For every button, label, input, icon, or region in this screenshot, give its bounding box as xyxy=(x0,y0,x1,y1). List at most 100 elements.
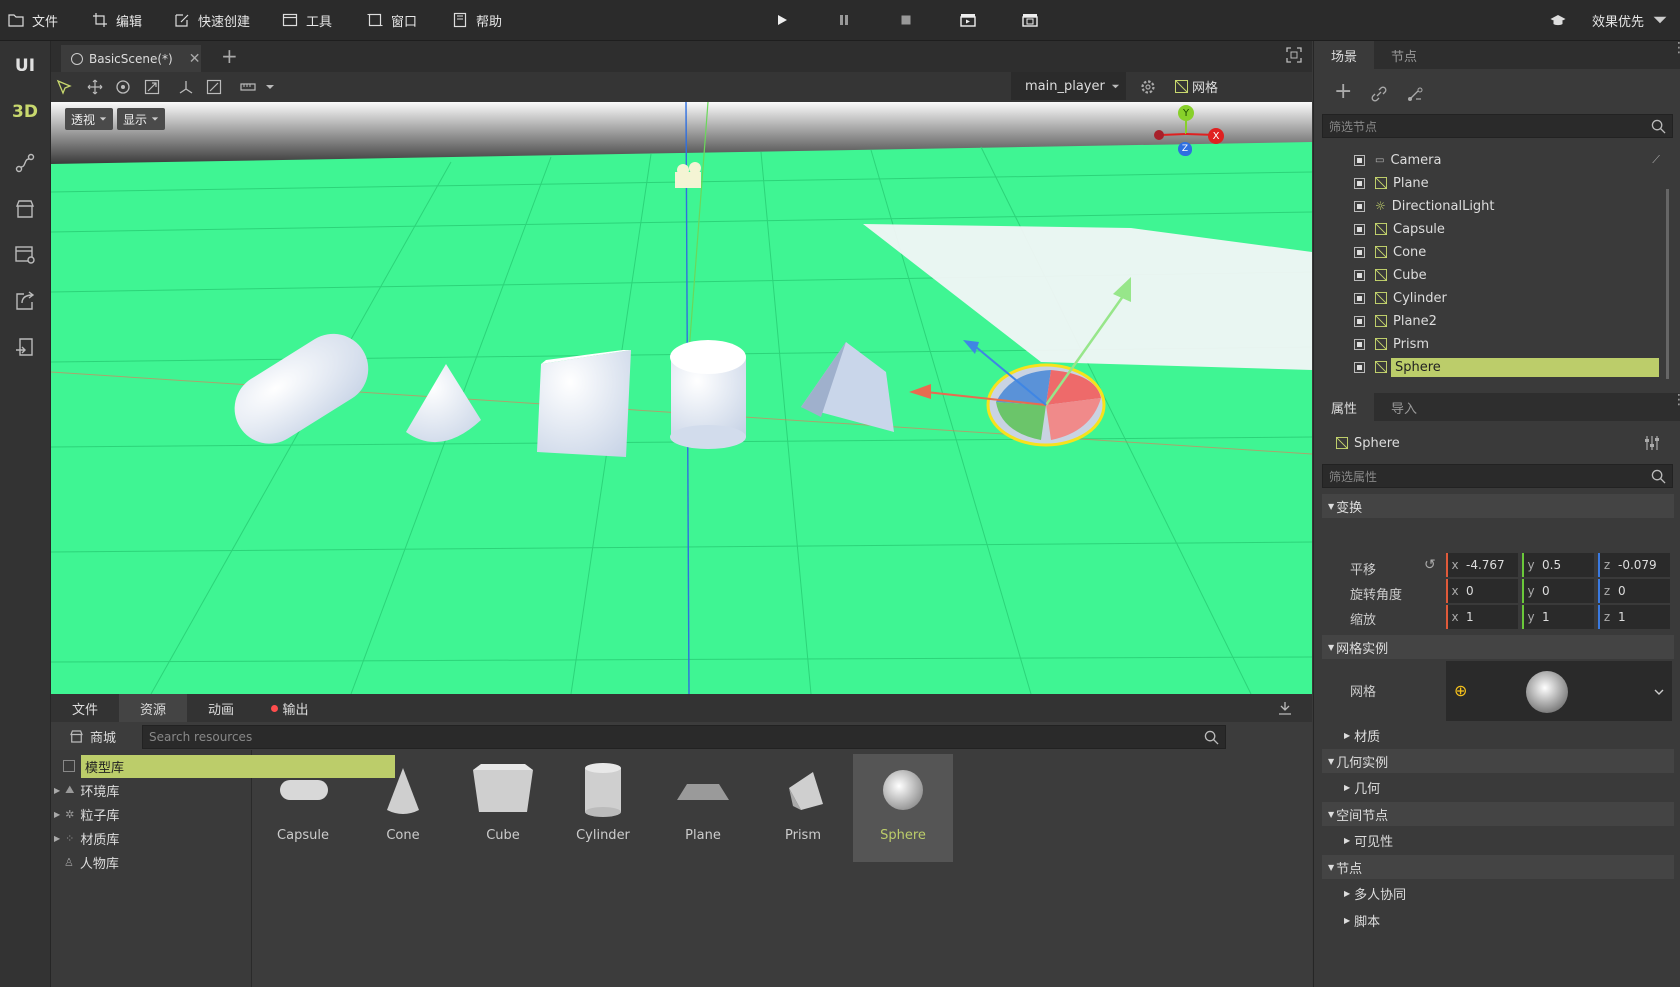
visibility-checkbox[interactable] xyxy=(1354,292,1365,304)
visibility-checkbox[interactable] xyxy=(1354,315,1365,327)
snap-icon[interactable] xyxy=(205,78,223,96)
scene-tab[interactable]: BasicScene(*) ✕ xyxy=(61,45,201,72)
visibility-checkbox[interactable] xyxy=(1354,154,1365,166)
play-button[interactable] xyxy=(772,10,792,30)
asset-cylinder[interactable]: Cylinder xyxy=(553,754,653,862)
node-row-directional-light[interactable]: ☼ DirectionalLight xyxy=(1354,195,1674,217)
mesh-resource-picker[interactable]: ⊕ xyxy=(1446,661,1672,721)
tab-output[interactable]: 输出 xyxy=(255,694,325,722)
settings-window-button[interactable] xyxy=(0,235,50,275)
node-filter-input[interactable]: 筛选节点 xyxy=(1322,114,1673,138)
add-node-icon[interactable]: + xyxy=(1334,79,1352,104)
select-tool-icon[interactable] xyxy=(55,78,73,96)
node-row-capsule[interactable]: Capsule xyxy=(1354,218,1674,240)
local-axis-icon[interactable] xyxy=(177,78,195,96)
visibility-checkbox[interactable] xyxy=(1354,361,1365,373)
search-icon[interactable] xyxy=(1651,119,1666,134)
library-item-characters[interactable]: ♙ 人物库 xyxy=(51,850,251,874)
scale-z-field[interactable]: z1 xyxy=(1598,605,1670,629)
property-filter-input[interactable]: 筛选属性 xyxy=(1322,464,1673,488)
ruler-icon[interactable] xyxy=(239,78,257,96)
node-row-sphere-selected[interactable]: Sphere xyxy=(1354,356,1674,378)
gizmo-z-label[interactable]: Z xyxy=(1178,142,1192,156)
3d-viewport[interactable]: 透视 显示 Y X Z xyxy=(51,102,1312,694)
search-icon[interactable] xyxy=(1204,730,1219,745)
display-dropdown[interactable]: 显示 xyxy=(117,108,166,130)
store-button[interactable] xyxy=(0,189,50,229)
node-row-cube[interactable]: Cube xyxy=(1354,264,1674,286)
tab-files[interactable]: 文件 xyxy=(51,694,119,722)
library-item-materials[interactable]: ▶ ⁘ 材质库 xyxy=(51,826,251,850)
tab-animation[interactable]: 动画 xyxy=(187,694,255,722)
rotation-z-field[interactable]: z0 xyxy=(1598,579,1670,603)
camera-preview-icon[interactable]: ⟋ xyxy=(1652,153,1660,167)
tab-import[interactable]: 导入 xyxy=(1374,393,1434,421)
resource-search-input[interactable]: Search resources xyxy=(142,725,1226,749)
3d-mode-button[interactable]: 3D xyxy=(0,92,50,132)
section-spatial[interactable]: ▼ 空间节点 xyxy=(1322,802,1674,826)
position-x-field[interactable]: x -4.767 xyxy=(1446,553,1518,577)
scale-y-field[interactable]: y1 xyxy=(1522,605,1594,629)
scale-tool-icon[interactable] xyxy=(143,78,161,96)
menu-window[interactable]: 窗口 xyxy=(367,0,417,40)
close-icon[interactable]: ✕ xyxy=(189,51,201,67)
section-node[interactable]: ▼ 节点 xyxy=(1322,855,1674,879)
visibility-checkbox[interactable] xyxy=(1354,246,1365,258)
tab-node[interactable]: 节点 xyxy=(1374,41,1434,69)
sliders-icon[interactable] xyxy=(1644,435,1660,455)
geometry-subsection[interactable]: ▶ 几何 xyxy=(1344,775,1380,799)
library-item-environment[interactable]: ▶ ⛰ 环境库 xyxy=(51,778,251,802)
menu-help[interactable]: 帮助 xyxy=(452,0,502,40)
play-custom-button[interactable] xyxy=(1020,10,1040,30)
position-y-field[interactable]: y 0.5 xyxy=(1522,553,1594,577)
visibility-checkbox[interactable] xyxy=(1354,200,1365,212)
menu-quick-create[interactable]: 快速创建 xyxy=(174,0,250,40)
target-icon[interactable]: ⊕ xyxy=(1454,681,1467,700)
menu-edit[interactable]: 编辑 xyxy=(92,0,142,40)
asset-capsule[interactable]: Capsule xyxy=(253,754,353,862)
quality-dropdown[interactable]: 效果优先 xyxy=(1592,0,1668,40)
blueprint-button[interactable] xyxy=(0,143,50,183)
section-geometry-instance[interactable]: ▼ 几何实例 xyxy=(1322,749,1674,773)
scale-x-field[interactable]: x1 xyxy=(1446,605,1518,629)
export-button[interactable] xyxy=(0,327,50,367)
camera-select[interactable]: main_player xyxy=(1011,72,1126,100)
visibility-checkbox[interactable] xyxy=(1354,338,1365,350)
node-row-prism[interactable]: Prism xyxy=(1354,333,1674,355)
asset-plane[interactable]: Plane xyxy=(653,754,753,862)
grid-toggle[interactable]: 网格 xyxy=(1175,72,1218,100)
more-options-icon[interactable]: ⋮ xyxy=(1672,393,1680,407)
add-tab-icon[interactable]: + xyxy=(221,44,238,68)
link-icon[interactable] xyxy=(1371,86,1387,106)
rotation-x-field[interactable]: x0 xyxy=(1446,579,1518,603)
projection-dropdown[interactable]: 透视 xyxy=(65,108,114,130)
fullscreen-icon[interactable] xyxy=(1286,47,1302,67)
section-mesh-instance[interactable]: ▼ 网格实例 xyxy=(1322,635,1674,659)
visibility-subsection[interactable]: ▶ 可见性 xyxy=(1344,828,1393,852)
tab-properties[interactable]: 属性 xyxy=(1314,393,1374,421)
tab-resources[interactable]: 资源 xyxy=(119,694,187,722)
menu-file[interactable]: 文件 xyxy=(8,0,58,40)
play-scene-button[interactable] xyxy=(958,10,978,30)
search-icon[interactable] xyxy=(1651,469,1666,484)
chevron-down-icon[interactable] xyxy=(1654,687,1664,697)
instance-scene-icon[interactable] xyxy=(1407,86,1423,106)
store-link[interactable]: 商城 xyxy=(69,722,116,750)
gizmo-y-label[interactable]: Y xyxy=(1178,105,1194,121)
ui-mode-button[interactable]: UI xyxy=(0,46,50,86)
node-row-plane[interactable]: Plane xyxy=(1354,172,1674,194)
visibility-checkbox[interactable] xyxy=(1354,223,1365,235)
asset-sphere-selected[interactable]: Sphere xyxy=(853,754,953,862)
pause-button[interactable] xyxy=(834,10,854,30)
section-transform[interactable]: ▼ 变换 xyxy=(1322,494,1674,518)
account-button[interactable] xyxy=(1548,10,1568,30)
material-subsection[interactable]: ▶ 材质 xyxy=(1344,723,1380,747)
publish-button[interactable] xyxy=(0,281,50,321)
node-row-plane2[interactable]: Plane2 xyxy=(1354,310,1674,332)
library-item-models[interactable]: 模型库 xyxy=(51,754,395,778)
menu-tools[interactable]: 工具 xyxy=(282,0,332,40)
move-tool-icon[interactable] xyxy=(86,78,104,96)
scene-tree-scrollbar[interactable] xyxy=(1666,189,1669,379)
script-subsection[interactable]: ▶ 脚本 xyxy=(1344,908,1380,932)
rotation-y-field[interactable]: y0 xyxy=(1522,579,1594,603)
